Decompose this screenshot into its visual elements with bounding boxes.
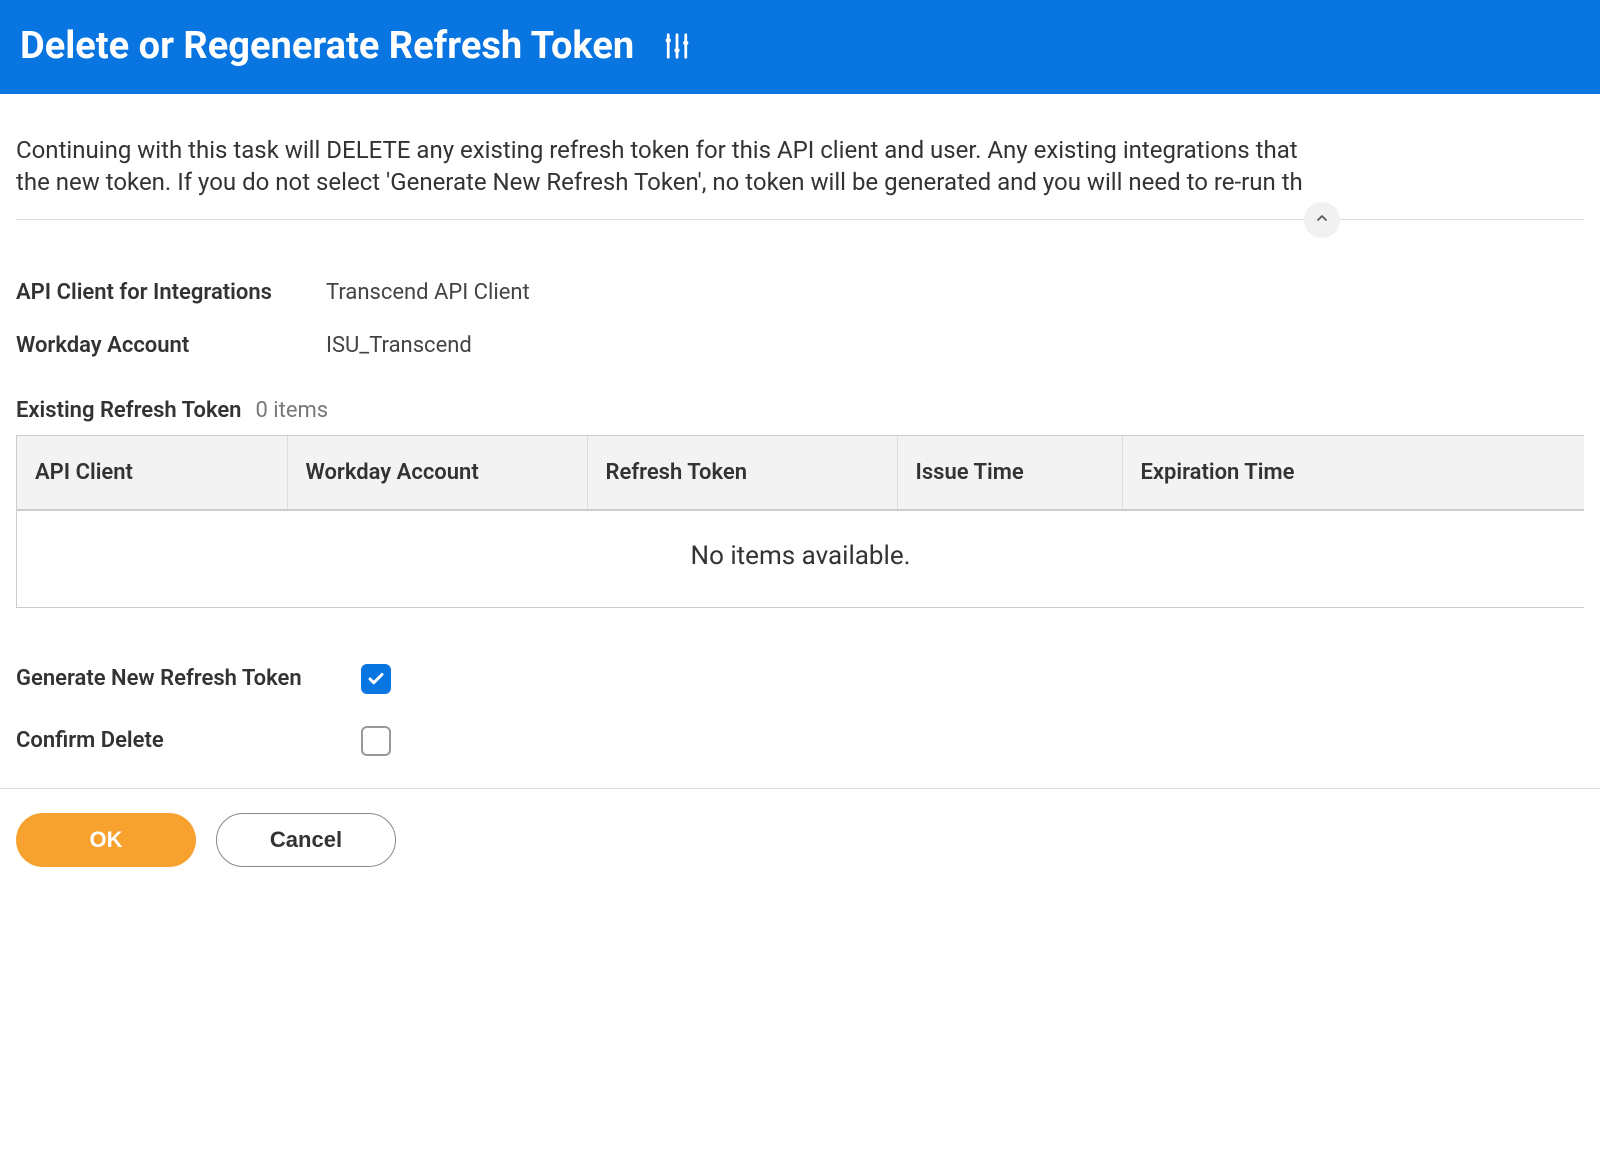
generate-new-token-label: Generate New Refresh Token bbox=[16, 666, 361, 691]
option-generate-row: Generate New Refresh Token bbox=[16, 664, 1584, 694]
col-api-client: API Client bbox=[17, 436, 287, 510]
page-header: Delete or Regenerate Refresh Token bbox=[0, 0, 1600, 94]
col-workday-account: Workday Account bbox=[287, 436, 587, 510]
confirm-delete-checkbox[interactable] bbox=[361, 726, 391, 756]
table-header-row: Existing Refresh Token 0 items bbox=[16, 398, 1584, 423]
table-empty-row: No items available. bbox=[17, 510, 1584, 607]
option-confirm-row: Confirm Delete bbox=[16, 726, 1584, 756]
settings-sliders-icon[interactable] bbox=[662, 31, 692, 61]
col-issue-time: Issue Time bbox=[897, 436, 1122, 510]
content-area: Continuing with this task will DELETE an… bbox=[0, 94, 1600, 756]
col-refresh-token: Refresh Token bbox=[587, 436, 897, 510]
chevron-up-icon bbox=[1314, 210, 1330, 230]
page-title: Delete or Regenerate Refresh Token bbox=[20, 24, 634, 68]
field-value-api-client: Transcend API Client bbox=[326, 280, 530, 305]
table-empty-message: No items available. bbox=[17, 510, 1584, 607]
field-label-workday-account: Workday Account bbox=[16, 333, 326, 358]
table-item-count: 0 items bbox=[255, 398, 328, 423]
confirm-delete-label: Confirm Delete bbox=[16, 728, 361, 753]
table-head-row: API Client Workday Account Refresh Token… bbox=[17, 436, 1584, 510]
warning-line-2: the new token. If you do not select 'Gen… bbox=[16, 166, 1584, 198]
ok-button[interactable]: OK bbox=[16, 813, 196, 867]
cancel-button[interactable]: Cancel bbox=[216, 813, 396, 867]
table-title: Existing Refresh Token bbox=[16, 398, 241, 423]
field-label-api-client: API Client for Integrations bbox=[16, 280, 326, 305]
existing-token-section: Existing Refresh Token 0 items API Clien… bbox=[16, 398, 1584, 608]
collapse-toggle[interactable] bbox=[1304, 202, 1340, 238]
refresh-token-table: API Client Workday Account Refresh Token… bbox=[17, 436, 1584, 607]
section-divider bbox=[16, 219, 1584, 220]
field-workday-account: Workday Account ISU_Transcend bbox=[16, 333, 1584, 358]
warning-message: Continuing with this task will DELETE an… bbox=[16, 94, 1584, 219]
field-value-workday-account: ISU_Transcend bbox=[326, 333, 472, 358]
options-section: Generate New Refresh Token Confirm Delet… bbox=[16, 664, 1584, 756]
warning-line-1: Continuing with this task will DELETE an… bbox=[16, 134, 1584, 166]
footer-actions: OK Cancel bbox=[0, 788, 1600, 891]
field-api-client: API Client for Integrations Transcend AP… bbox=[16, 280, 1584, 305]
generate-new-token-checkbox[interactable] bbox=[361, 664, 391, 694]
table-container: API Client Workday Account Refresh Token… bbox=[16, 435, 1584, 608]
col-expiration-time: Expiration Time bbox=[1122, 436, 1584, 510]
